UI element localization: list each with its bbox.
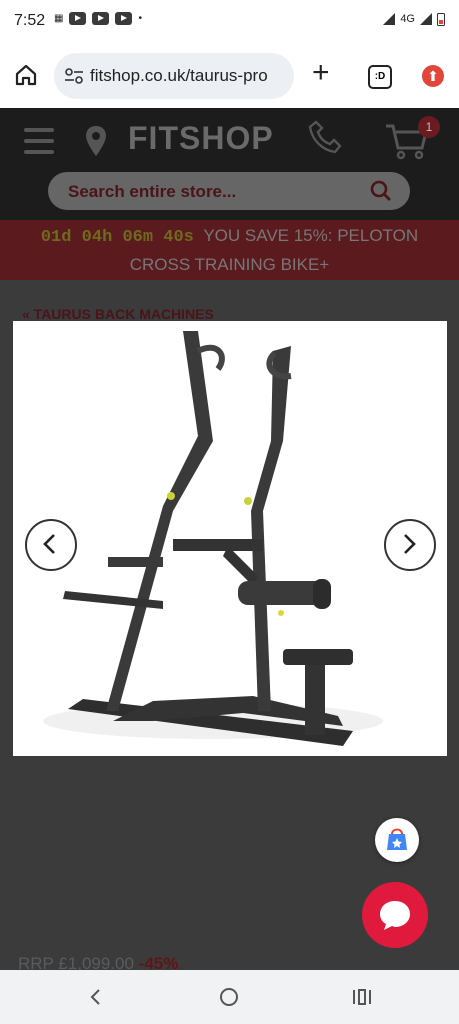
site-header: FITSHOP 1 Search entire store... — [0, 108, 459, 220]
status-bar: 7:52 ▦ • 4G — [0, 0, 459, 44]
phone-icon[interactable] — [308, 120, 342, 154]
clock: 7:52 — [14, 12, 46, 29]
google-shopping-button[interactable] — [375, 818, 419, 862]
new-tab-button[interactable]: + — [312, 56, 330, 90]
promo-text: YOU SAVE 15%: PELOTON — [203, 226, 419, 245]
back-icon[interactable] — [88, 988, 102, 1006]
menu-icon[interactable] — [24, 128, 54, 161]
more-dot-icon: • — [138, 13, 142, 24]
search-placeholder: Search entire store... — [68, 182, 237, 201]
chat-bubble-icon — [380, 901, 410, 930]
location-pin-icon[interactable] — [86, 126, 106, 156]
home-icon[interactable] — [14, 64, 38, 86]
notification-icons: ▦ • — [54, 12, 142, 25]
url-text: fitshop.co.uk/taurus-pro — [90, 66, 268, 85]
cart-count-badge: 1 — [418, 116, 440, 138]
recents-icon[interactable] — [352, 988, 372, 1006]
signal-icon — [383, 13, 396, 25]
previous-image-button[interactable] — [25, 519, 77, 571]
system-icons: 4G — [383, 12, 445, 26]
youtube-icon — [92, 12, 110, 25]
tab-switcher-button[interactable]: :D — [368, 65, 392, 89]
youtube-icon — [115, 12, 133, 25]
site-logo[interactable]: FITSHOP — [128, 120, 274, 157]
chevron-left-icon — [43, 534, 55, 554]
battery-icon — [437, 13, 445, 26]
search-icon[interactable] — [370, 180, 392, 202]
network-label: 4G — [400, 13, 415, 25]
shopping-bag-icon — [387, 828, 407, 850]
update-icon[interactable]: ⬆ — [422, 65, 444, 87]
chevron-right-icon — [404, 534, 416, 554]
signal-icon — [420, 13, 432, 25]
temu-icon: ▦ — [54, 13, 64, 24]
address-bar[interactable]: fitshop.co.uk/taurus-pro — [54, 53, 294, 99]
youtube-icon — [69, 12, 87, 25]
next-image-button[interactable] — [384, 519, 436, 571]
browser-toolbar: fitshop.co.uk/taurus-pro + :D ⬆ — [0, 44, 459, 108]
product-image-lightbox[interactable] — [13, 321, 447, 756]
promo-banner[interactable]: 01d 04h 06m 40s YOU SAVE 15%: PELOTON CR… — [0, 220, 459, 280]
system-nav-bar — [0, 970, 459, 1024]
chat-button[interactable] — [362, 882, 428, 948]
product-image — [43, 331, 383, 746]
search-input[interactable]: Search entire store... — [48, 172, 410, 210]
site-settings-icon[interactable] — [64, 67, 84, 85]
promo-text: CROSS TRAINING BIKE+ — [129, 255, 330, 274]
home-nav-icon[interactable] — [219, 987, 239, 1007]
breadcrumb[interactable]: « TAURUS BACK MACHINES — [22, 306, 214, 322]
countdown-timer: 01d 04h 06m 40s — [40, 228, 194, 247]
